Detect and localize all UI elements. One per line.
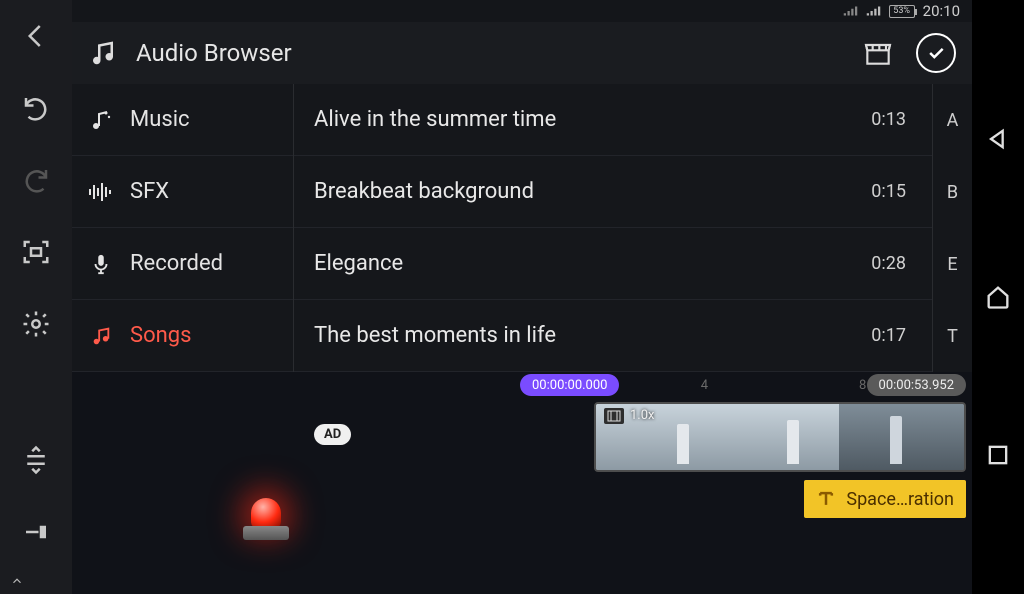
alpha-letter[interactable]: B — [933, 156, 972, 228]
ad-panel[interactable]: AD — [72, 372, 520, 594]
expand-corner[interactable] — [0, 568, 72, 594]
alpha-letter[interactable]: T — [933, 300, 972, 372]
track-duration: 0:28 — [871, 253, 906, 274]
category-label: Songs — [130, 323, 191, 348]
category-label: Music — [130, 107, 190, 132]
timeline-expand-button[interactable] — [0, 424, 72, 496]
playhead-time-pill[interactable]: 00:00:00.000 — [520, 374, 619, 396]
timeline[interactable]: 00:00:00.000 4 8 00:00:53.952 1.0x — [520, 372, 972, 594]
end-time: 00:00:53.952 — [879, 378, 954, 393]
end-time-pill: 00:00:53.952 — [867, 374, 966, 396]
android-nav-bar — [972, 0, 1024, 594]
timeline-zone: AD 00:00:00.000 4 8 00:00:53.952 — [72, 372, 972, 594]
audio-browser-icon — [88, 38, 118, 68]
category-songs[interactable]: Songs — [72, 300, 293, 372]
category-label: SFX — [130, 179, 169, 204]
ruler-mark: 8 — [859, 378, 866, 393]
track-list: Alive in the summer time 0:13 Breakbeat … — [294, 84, 932, 372]
confirm-button[interactable] — [916, 33, 956, 73]
capture-button[interactable] — [0, 216, 72, 288]
home-outline-icon — [984, 283, 1012, 311]
triangle-back-icon — [984, 125, 1012, 153]
waveform-icon — [88, 179, 114, 205]
text-clip-label: Space…ration — [846, 489, 954, 510]
track-title: Alive in the summer time — [314, 107, 556, 132]
settings-button[interactable] — [0, 288, 72, 360]
back-button[interactable] — [0, 0, 72, 72]
track-duration: 0:17 — [871, 325, 906, 346]
alpha-letter[interactable]: E — [933, 228, 972, 300]
nav-back-button[interactable] — [984, 125, 1012, 153]
store-button[interactable] — [858, 33, 898, 73]
track-row[interactable]: Elegance 0:28 — [294, 228, 932, 300]
chevron-up-small-icon — [10, 574, 24, 588]
track-title: Breakbeat background — [314, 179, 534, 204]
ruler-mark: 4 — [701, 378, 708, 393]
mic-icon — [88, 251, 114, 277]
siren-icon — [231, 470, 301, 540]
track-row[interactable]: Breakbeat background 0:15 — [294, 156, 932, 228]
playhead-time: 00:00:00.000 — [532, 378, 607, 393]
chevron-left-icon — [21, 21, 51, 51]
nav-recents-button[interactable] — [984, 441, 1012, 469]
gear-icon — [21, 309, 51, 339]
timeline-ruler[interactable]: 00:00:00.000 4 8 00:00:53.952 — [520, 372, 972, 400]
music-note-icon — [88, 323, 114, 349]
video-clip[interactable]: 1.0x — [594, 402, 966, 472]
track-duration: 0:15 — [871, 181, 906, 202]
music-spark-icon — [88, 107, 114, 133]
expand-vertical-icon — [21, 445, 51, 475]
track-duration: 0:13 — [871, 109, 906, 130]
ad-badge: AD — [314, 424, 351, 445]
left-toolbar — [0, 0, 72, 594]
signal-icon — [843, 5, 858, 17]
main-area: 53% 20:10 Audio Browser Music — [72, 0, 972, 594]
undo-button[interactable] — [0, 72, 72, 144]
battery-indicator: 53% — [889, 5, 915, 18]
clip-speed: 1.0x — [630, 408, 655, 423]
jump-end-button[interactable] — [0, 496, 72, 568]
redo-icon — [21, 165, 51, 195]
signal-icon-2 — [866, 5, 881, 17]
check-icon — [926, 43, 946, 63]
capture-frame-icon — [21, 237, 51, 267]
status-bar: 53% 20:10 — [72, 0, 972, 22]
track-title: Elegance — [314, 251, 403, 276]
category-label: Recorded — [130, 251, 223, 276]
track-title: The best moments in life — [314, 323, 556, 348]
category-recorded[interactable]: Recorded — [72, 228, 293, 300]
category-list: Music SFX Recorded Songs — [72, 84, 294, 372]
text-clip[interactable]: Space…ration — [804, 480, 966, 518]
track-row[interactable]: The best moments in life 0:17 — [294, 300, 932, 372]
category-sfx[interactable]: SFX — [72, 156, 293, 228]
square-icon — [984, 441, 1012, 469]
undo-icon — [21, 93, 51, 123]
store-icon — [862, 37, 894, 69]
film-icon — [604, 408, 624, 424]
nav-home-button[interactable] — [984, 283, 1012, 311]
alpha-index: A B E T — [932, 84, 972, 372]
alpha-letter[interactable]: A — [933, 84, 972, 156]
text-icon — [816, 489, 836, 509]
battery-pct: 53% — [893, 6, 910, 16]
category-music[interactable]: Music — [72, 84, 293, 156]
track-row[interactable]: Alive in the summer time 0:13 — [294, 84, 932, 156]
header: Audio Browser — [72, 22, 972, 84]
jump-to-end-icon — [21, 517, 51, 547]
audio-browser-body: Music SFX Recorded Songs Alive in — [72, 84, 972, 372]
redo-button[interactable] — [0, 144, 72, 216]
clock: 20:10 — [923, 2, 960, 20]
page-title: Audio Browser — [136, 39, 292, 67]
